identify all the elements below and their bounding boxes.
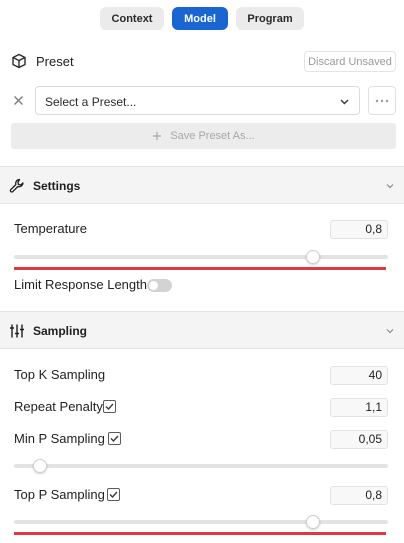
top-p-input[interactable]: 0,8	[330, 486, 388, 505]
check-icon	[109, 491, 118, 499]
top-k-input[interactable]: 40	[330, 366, 388, 385]
top-p-label: Top P Sampling	[14, 487, 105, 502]
repeat-penalty-input[interactable]: 1,1	[330, 398, 388, 417]
top-p-warning-line	[14, 532, 386, 535]
min-p-slider[interactable]	[14, 459, 388, 473]
preset-title: Preset	[36, 54, 74, 69]
top-p-checkbox[interactable]	[107, 488, 120, 501]
tab-model[interactable]: Model	[172, 7, 228, 30]
close-icon[interactable]	[11, 93, 26, 108]
min-p-input[interactable]: 0,05	[330, 430, 388, 449]
repeat-penalty-checkbox[interactable]	[103, 400, 116, 413]
save-preset-label: Save Preset As...	[170, 130, 255, 142]
settings-section-header[interactable]: Settings	[0, 166, 404, 204]
slider-track	[14, 520, 388, 524]
check-icon	[105, 403, 114, 411]
temperature-warning-line	[14, 267, 386, 270]
preset-select-row: Select a Preset...	[11, 86, 396, 115]
preset-select-value: Select a Preset...	[45, 95, 137, 109]
sampling-title: Sampling	[33, 324, 88, 338]
min-p-label: Min P Sampling	[14, 431, 105, 446]
toggle-knob	[149, 281, 158, 290]
limit-response-length-toggle[interactable]	[147, 279, 172, 292]
slider-track	[14, 464, 388, 468]
more-horizontal-icon	[375, 99, 389, 102]
chevron-down-icon[interactable]	[385, 326, 395, 336]
sliders-icon	[10, 324, 24, 338]
temperature-input[interactable]: 0,8	[330, 220, 388, 239]
top-p-slider[interactable]	[14, 515, 388, 529]
preset-select[interactable]: Select a Preset...	[35, 86, 360, 115]
chevron-down-icon	[340, 99, 349, 105]
sampling-section-header[interactable]: Sampling	[0, 311, 404, 349]
chevron-down-icon[interactable]	[385, 181, 395, 191]
temperature-slider[interactable]	[14, 250, 388, 264]
slider-track	[14, 255, 388, 259]
repeat-penalty-label: Repeat Penalty	[14, 399, 103, 414]
limit-response-length-label: Limit Response Length	[14, 277, 147, 292]
top-k-label: Top K Sampling	[14, 367, 106, 382]
mode-tabs: Context Model Program	[0, 7, 404, 30]
save-preset-as-button[interactable]: Save Preset As...	[11, 123, 396, 149]
check-icon	[110, 435, 119, 443]
slider-thumb[interactable]	[306, 250, 321, 264]
slider-thumb[interactable]	[33, 459, 48, 473]
cube-icon	[12, 53, 26, 69]
slider-thumb[interactable]	[306, 515, 321, 529]
wrench-icon	[9, 178, 24, 193]
temperature-label: Temperature	[14, 221, 87, 236]
discard-unsaved-button[interactable]: Discard Unsaved	[304, 51, 396, 72]
preset-header: Preset Discard Unsaved	[11, 51, 396, 73]
settings-title: Settings	[33, 179, 81, 193]
tab-context[interactable]: Context	[100, 7, 164, 30]
tab-program[interactable]: Program	[236, 7, 304, 30]
plus-icon	[153, 132, 162, 140]
min-p-checkbox[interactable]	[108, 432, 121, 445]
preset-more-button[interactable]	[368, 86, 396, 115]
